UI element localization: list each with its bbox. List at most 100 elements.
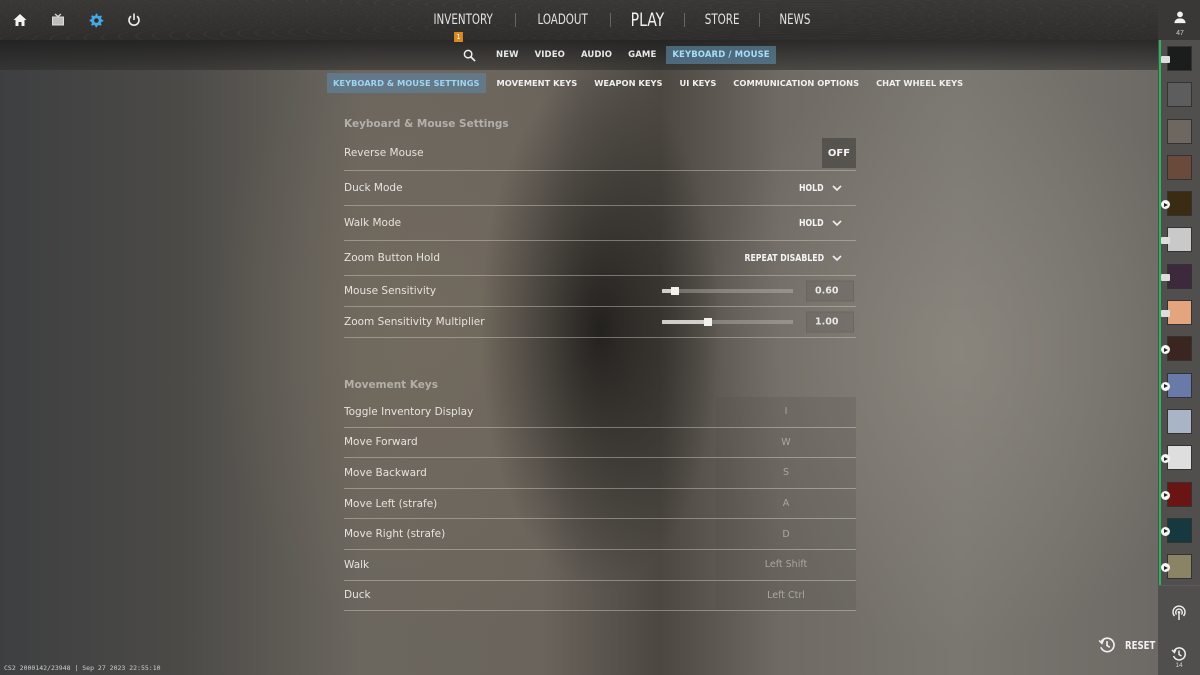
history-icon[interactable] — [1169, 644, 1189, 664]
reset-button[interactable]: RESET — [1098, 636, 1164, 654]
setting-label: Reverse Mouse — [344, 147, 424, 159]
avatar[interactable] — [1167, 82, 1192, 108]
keybind-button[interactable]: D — [716, 519, 856, 549]
zoom-sensitivity-slider[interactable] — [662, 318, 793, 326]
zoom-sensitivity-input[interactable]: 1.00 — [806, 311, 854, 333]
keybind-button[interactable]: Left Ctrl — [716, 580, 856, 611]
friend-item[interactable] — [1158, 225, 1200, 261]
section-title-movement-keys: Movement Keys — [344, 379, 439, 391]
home-icon[interactable] — [10, 10, 30, 30]
settings-nav-audio[interactable]: AUDIO — [575, 46, 618, 64]
mouse-sensitivity-slider[interactable] — [662, 287, 793, 295]
avatar[interactable] — [1167, 445, 1192, 471]
dropdown-value: HOLD — [799, 217, 824, 229]
movement-keys-section: Movement Keys Toggle Inventory Display I M… — [344, 373, 856, 612]
avatar[interactable] — [1167, 372, 1192, 398]
friends-sidebar: 14 — [1158, 0, 1200, 675]
avatar[interactable] — [1167, 227, 1192, 253]
avatar[interactable] — [1167, 154, 1192, 180]
avatar[interactable] — [1167, 46, 1192, 71]
nav-store[interactable]: STORE — [694, 12, 748, 28]
main-nav: INVENTORY 1 LOADOUT PLAY STORE NEWS — [415, 0, 826, 42]
friend-item[interactable] — [1158, 334, 1200, 370]
setting-reverse-mouse: Reverse Mouse OFF — [344, 136, 856, 171]
tab-keyboard-mouse-settings[interactable]: KEYBOARD & MOUSE SETTINGS — [327, 73, 486, 93]
settings-nav-keyboard-mouse[interactable]: KEYBOARD / MOUSE — [666, 46, 776, 64]
friends-count: 47 — [1176, 30, 1184, 37]
tab-weapon-keys[interactable]: WEAPON KEYS — [588, 73, 668, 93]
friend-item[interactable] — [1158, 80, 1200, 116]
friend-item[interactable] — [1158, 552, 1200, 588]
power-icon[interactable] — [124, 10, 144, 30]
nav-news[interactable]: NEWS — [769, 12, 820, 28]
tab-movement-keys[interactable]: MOVEMENT KEYS — [491, 73, 584, 93]
mouse-sensitivity-input[interactable]: 0.60 — [806, 280, 854, 302]
keybind-label: Move Forward — [344, 436, 418, 449]
lobby-status-icon — [1161, 310, 1170, 318]
reverse-mouse-toggle[interactable]: OFF — [822, 138, 856, 168]
friend-item[interactable] — [1158, 44, 1200, 80]
tab-ui-keys[interactable]: UI KEYS — [674, 73, 723, 93]
keybind-label: Duck — [344, 589, 371, 602]
nav-play[interactable]: PLAY — [620, 9, 673, 31]
friend-item[interactable] — [1158, 262, 1200, 298]
settings-tabs: KEYBOARD & MOUSE SETTINGS MOVEMENT KEYS … — [327, 73, 974, 93]
playing-status-icon — [1161, 381, 1170, 391]
slider-track — [662, 289, 793, 293]
walk-mode-dropdown[interactable]: HOLD — [792, 218, 856, 229]
keybind-button[interactable]: A — [716, 488, 856, 519]
broadcast-icon[interactable] — [1169, 603, 1189, 623]
tv-icon[interactable] — [48, 10, 68, 30]
friend-item[interactable] — [1158, 480, 1200, 516]
keybind-button[interactable]: I — [716, 397, 856, 427]
avatar[interactable] — [1167, 408, 1192, 434]
settings-nav-video[interactable]: VIDEO — [529, 46, 571, 64]
avatar[interactable] — [1167, 263, 1192, 289]
friend-item[interactable] — [1158, 153, 1200, 189]
friend-item[interactable] — [1158, 117, 1200, 153]
settings-nav: NEW VIDEO AUDIO GAME KEYBOARD / MOUSE — [460, 46, 778, 64]
setting-label: Zoom Button Hold — [344, 252, 441, 264]
setting-mouse-sensitivity: Mouse Sensitivity 0.60 — [344, 276, 856, 307]
dropdown-value: HOLD — [799, 182, 824, 194]
duck-mode-dropdown[interactable]: HOLD — [792, 183, 856, 194]
sidebar-divider — [1158, 585, 1200, 586]
setting-zoom-sensitivity: Zoom Sensitivity Multiplier 1.00 — [344, 307, 856, 338]
tab-communication-options[interactable]: COMMUNICATION OPTIONS — [727, 73, 865, 93]
friend-item[interactable] — [1158, 443, 1200, 479]
keybind-row: Move Left (strafe) A — [344, 488, 856, 520]
avatar[interactable] — [1167, 336, 1192, 362]
nav-separator — [683, 13, 685, 27]
zoom-button-hold-dropdown[interactable]: REPEAT DISABLED — [722, 253, 856, 264]
tab-chat-wheel-keys[interactable]: CHAT WHEEL KEYS — [870, 73, 969, 93]
settings-nav-new[interactable]: NEW — [490, 46, 525, 64]
keybind-button[interactable]: S — [716, 458, 856, 488]
friend-item[interactable] — [1158, 371, 1200, 407]
search-icon[interactable] — [460, 46, 478, 64]
friend-item[interactable] — [1158, 298, 1200, 334]
keybind-label: Toggle Inventory Display — [344, 405, 474, 418]
friend-item[interactable] — [1158, 516, 1200, 552]
keybind-button[interactable]: W — [716, 427, 856, 458]
nav-loadout[interactable]: LOADOUT — [528, 12, 598, 28]
lobby-status-icon — [1161, 56, 1170, 63]
chevron-down-icon — [832, 185, 842, 192]
settings-icon[interactable] — [86, 10, 106, 30]
dropdown-value: REPEAT DISABLED — [744, 252, 824, 264]
avatar[interactable] — [1167, 517, 1192, 543]
section-title-kb-mouse: Keyboard & Mouse Settings — [344, 118, 509, 130]
keybind-button[interactable]: Left Shift — [716, 549, 856, 580]
lobby-status-icon — [1161, 237, 1170, 245]
friends-button[interactable]: 47 — [1166, 10, 1194, 37]
slider-handle[interactable] — [671, 287, 679, 295]
avatar[interactable] — [1167, 554, 1192, 580]
friend-item[interactable] — [1158, 407, 1200, 443]
avatar[interactable] — [1167, 191, 1192, 217]
avatar[interactable] — [1167, 118, 1192, 144]
slider-handle[interactable] — [704, 318, 712, 326]
avatar[interactable] — [1167, 300, 1192, 326]
avatar[interactable] — [1167, 481, 1192, 507]
nav-inventory[interactable]: INVENTORY 1 — [424, 12, 503, 42]
friend-item[interactable] — [1158, 189, 1200, 225]
settings-nav-game[interactable]: GAME — [622, 46, 662, 64]
